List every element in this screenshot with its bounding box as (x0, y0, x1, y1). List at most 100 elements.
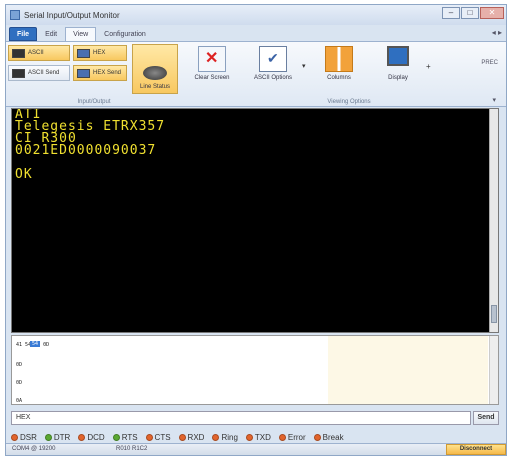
hex-panel-scrollbar[interactable] (489, 336, 498, 404)
status-led-icon (11, 434, 18, 441)
columns-icon (325, 46, 353, 72)
tab-file[interactable]: File (9, 27, 38, 41)
port-status: COM4 @ 19200 (12, 446, 56, 452)
signal-dcd: DCD (78, 433, 105, 442)
signal-label: Error (287, 433, 306, 442)
status-led-icon (313, 434, 321, 441)
ascii-button[interactable]: ASCII (8, 45, 70, 61)
viewing-group-label: Viewing Options (327, 99, 371, 105)
line-status-icon (143, 66, 167, 80)
send-bar: HEX Send (11, 411, 499, 425)
hex-ascii-column (328, 336, 488, 404)
signal-error: Error (278, 433, 306, 442)
signal-ring: Ring (212, 433, 238, 442)
ascii-options-dropdown-icon[interactable]: ▾ (302, 62, 306, 70)
signal-rts: RTS (112, 433, 138, 442)
scrollbar-thumb[interactable] (491, 305, 497, 323)
display-dropdown-icon[interactable]: + (426, 62, 431, 71)
io-group-label: Input/Output (77, 99, 111, 105)
hex-row: 0A (16, 398, 23, 404)
hex-send-icon (77, 68, 90, 78)
hex-row-selected: 54 (30, 341, 41, 347)
columns-label: Columns (327, 75, 351, 81)
signal-label: Ring (221, 433, 238, 442)
title-bar: Serial Input/Output Monitor – □ ✕ (6, 5, 506, 25)
ascii-send-button[interactable]: ASCII Send (8, 65, 70, 81)
io-group: ASCII HEX ASCII Send HEX Send Line Statu… (8, 44, 180, 105)
terminal-line: OK (15, 167, 33, 182)
signal-txd: TXD (245, 433, 271, 442)
clear-screen-label: Clear Screen (194, 75, 230, 81)
status-led-icon (245, 434, 253, 441)
close-button[interactable]: ✕ (480, 7, 504, 19)
ribbon: ASCII HEX ASCII Send HEX Send Line Statu… (6, 41, 506, 107)
hex-send-button[interactable]: HEX Send (73, 65, 127, 81)
status-led-icon (278, 434, 286, 441)
counter-status: R010 R1C2 (116, 446, 148, 452)
monitor-icon (387, 46, 409, 66)
hex-row: 0D (16, 380, 23, 386)
terminal-scrollbar[interactable] (489, 109, 498, 332)
status-led-icon (145, 434, 153, 441)
ascii-label: ASCII (28, 50, 44, 56)
terminal-line: Telegesis ETRX357 (15, 119, 166, 134)
signal-rxd: RXD (178, 433, 205, 442)
line-status-button[interactable]: Line Status (132, 44, 178, 94)
columns-button[interactable]: Columns (316, 46, 362, 81)
signal-label: Break (322, 433, 344, 442)
app-icon (10, 10, 20, 20)
hex-send-label: HEX Send (93, 70, 122, 76)
signal-label: DTR (53, 433, 71, 442)
status-bar: COM4 @ 19200 R010 R1C2 Disconnect (6, 443, 506, 455)
ribbon-right-label: PREC (481, 60, 498, 66)
checklist-icon: ✔ (259, 46, 287, 72)
hex-icon (77, 48, 90, 58)
ribbon-collapse-icon[interactable]: ▾ (492, 96, 496, 104)
hex-label: HEX (93, 50, 106, 56)
display-label: Display (388, 75, 408, 81)
menu-bar: File Edit View Configuration ◂ ▸ (6, 25, 506, 41)
status-led-icon (212, 434, 220, 441)
status-led-icon (78, 434, 86, 441)
ascii-send-icon (12, 68, 25, 78)
signal-dtr: DTR (44, 433, 71, 442)
status-led-icon (178, 434, 186, 441)
maximize-button[interactable]: □ (461, 7, 479, 19)
send-button[interactable]: Send (473, 411, 499, 425)
signal-break: Break (313, 433, 344, 442)
hex-panel[interactable]: 41 54 49 0D 54 0D 0D 0A (11, 335, 499, 405)
signal-label: RXD (187, 433, 205, 442)
hex-selected-byte[interactable]: 54 (30, 341, 41, 347)
ascii-options-label: ASCII Options (253, 75, 292, 81)
hex-row: 0D (16, 362, 23, 368)
tab-edit[interactable]: Edit (37, 27, 65, 41)
tab-view[interactable]: View (65, 27, 97, 41)
disconnect-button[interactable]: Disconnect (446, 444, 506, 455)
status-led-icon (44, 434, 52, 441)
line-status-label: Line Status (139, 84, 171, 90)
window-controls: – □ ✕ (441, 7, 504, 19)
tab-configuration[interactable]: Configuration (96, 27, 154, 41)
app-window: Serial Input/Output Monitor – □ ✕ File E… (5, 4, 507, 456)
signal-label: DSR (20, 433, 37, 442)
signal-dsr: DSR (11, 433, 37, 442)
quick-access-arrows[interactable]: ◂ ▸ (492, 28, 502, 37)
terminal-output[interactable]: ATI Telegesis ETRX357 CI R300 0021ED0000… (11, 108, 499, 333)
status-led-icon (112, 434, 120, 441)
viewing-group: ✔ ASCII Options ▾ Columns Display + View… (246, 44, 452, 105)
signal-label: TXD (254, 433, 271, 442)
display-button[interactable]: Display (378, 46, 418, 81)
signal-label: RTS (121, 433, 138, 442)
signal-label: CTS (154, 433, 171, 442)
terminal-line: 0021ED000009003​7 (15, 143, 157, 158)
hex-button[interactable]: HEX (73, 45, 127, 61)
send-input[interactable]: HEX (11, 411, 471, 425)
signal-cts: CTS (145, 433, 171, 442)
clear-screen-button[interactable]: ✕ Clear Screen (189, 46, 235, 81)
clear-screen-icon: ✕ (198, 46, 226, 72)
ascii-options-button[interactable]: ✔ ASCII Options (248, 46, 298, 81)
signal-label: DCD (87, 433, 105, 442)
minimize-button[interactable]: – (442, 7, 460, 19)
ascii-send-label: ASCII Send (28, 70, 60, 76)
